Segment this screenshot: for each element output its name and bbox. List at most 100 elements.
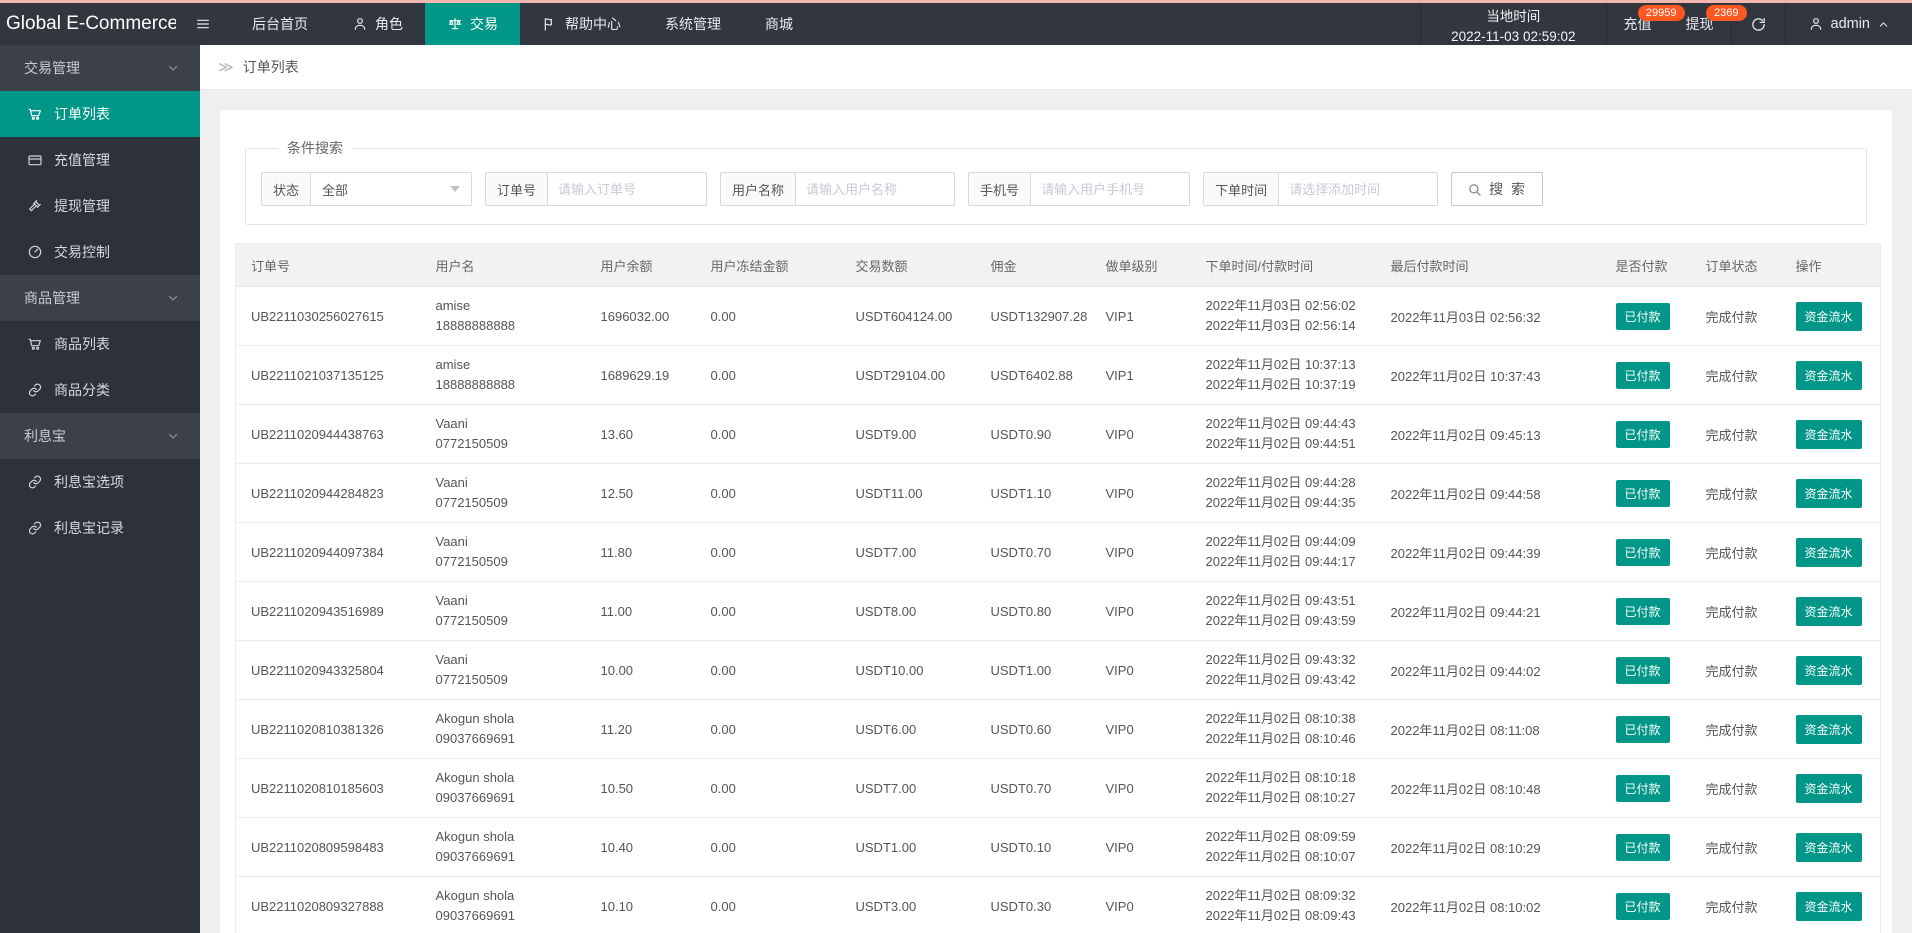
cell-last-pay-time: 2022年11月02日 09:45:13 bbox=[1375, 404, 1601, 464]
phone-filter: 手机号 bbox=[968, 172, 1191, 206]
user-phone: 09037669691 bbox=[435, 849, 516, 864]
order-time: 2022年11月03日 02:56:02 bbox=[1205, 298, 1356, 313]
cell-last-pay-time: 2022年11月02日 08:10:02 bbox=[1375, 876, 1601, 933]
cell-order-status: 完成付款 bbox=[1690, 699, 1781, 759]
user-phone: 09037669691 bbox=[435, 908, 516, 923]
sidebar-item-goods-category[interactable]: 商品分类 bbox=[0, 367, 200, 413]
paid-status-badge: 已付款 bbox=[1615, 892, 1670, 920]
admin-menu[interactable]: admin bbox=[1786, 3, 1912, 45]
cell-level: VIP0 bbox=[1090, 522, 1191, 582]
search-button[interactable]: 搜 索 bbox=[1451, 172, 1543, 206]
sidebar-item-trade-control[interactable]: 交易控制 bbox=[0, 229, 200, 275]
user-phone: 0772150509 bbox=[435, 495, 508, 510]
nav-item-roles[interactable]: 角色 bbox=[330, 3, 425, 45]
fund-flow-button[interactable]: 资金流水 bbox=[1795, 301, 1862, 331]
sidebar-group-interest-treasure[interactable]: 利息宝 bbox=[0, 413, 200, 459]
paid-status-badge: 已付款 bbox=[1615, 656, 1670, 684]
sidebar-item-recharge-management[interactable]: 充值管理 bbox=[0, 137, 200, 183]
user-phone: 0772150509 bbox=[435, 613, 508, 628]
order-row: UB2211020944284823 Vaani 0772150509 12.50 0.… bbox=[235, 463, 1881, 523]
cell-balance: 13.60 bbox=[585, 404, 696, 464]
sidebar-item-label: 订单列表 bbox=[54, 106, 110, 122]
cell-action: 资金流水 bbox=[1780, 758, 1881, 818]
column-header: 用户冻结金额 bbox=[695, 243, 841, 287]
sidebar-item-interest-records[interactable]: 利息宝记录 bbox=[0, 505, 200, 551]
column-header: 是否付款 bbox=[1600, 243, 1691, 287]
cell-user: Akogun shola 09037669691 bbox=[420, 876, 586, 933]
fund-flow-button[interactable]: 资金流水 bbox=[1795, 419, 1862, 449]
cell-user: Akogun shola 09037669691 bbox=[420, 699, 586, 759]
cell-action: 资金流水 bbox=[1780, 463, 1881, 523]
cell-frozen: 0.00 bbox=[695, 345, 841, 405]
cell-level: VIP0 bbox=[1090, 699, 1191, 759]
sidebar-item-interest-options[interactable]: 利息宝选项 bbox=[0, 459, 200, 505]
order-time-input[interactable] bbox=[1279, 173, 1438, 205]
paid-status-badge: 已付款 bbox=[1615, 597, 1670, 625]
cell-commission: USDT6402.88 bbox=[975, 345, 1091, 405]
column-header: 用户名 bbox=[420, 243, 586, 287]
nav-item-system[interactable]: 系统管理 bbox=[643, 3, 743, 45]
app-logo: Global E-Commerce... bbox=[6, 13, 176, 34]
recharge-link[interactable]: 充值 29959 bbox=[1607, 3, 1685, 45]
cell-user: Vaani 0772150509 bbox=[420, 640, 586, 700]
cell-level: VIP1 bbox=[1090, 286, 1191, 346]
withdraw-badge[interactable]: 2369 bbox=[1706, 5, 1747, 21]
phone-input[interactable] bbox=[1031, 173, 1190, 205]
cell-order-status: 完成付款 bbox=[1690, 640, 1781, 700]
fund-flow-button[interactable]: 资金流水 bbox=[1795, 832, 1862, 862]
fund-flow-button[interactable]: 资金流水 bbox=[1795, 537, 1862, 567]
cell-balance: 10.10 bbox=[585, 876, 696, 933]
fund-flow-button[interactable]: 资金流水 bbox=[1795, 478, 1862, 508]
cell-order-no: UB2211020810185603 bbox=[235, 758, 421, 818]
nav-item-trade[interactable]: 交易 bbox=[425, 3, 520, 45]
cell-order-status: 完成付款 bbox=[1690, 463, 1781, 523]
cell-order-no: UB2211020943516989 bbox=[235, 581, 421, 641]
cell-last-pay-time: 2022年11月02日 08:10:48 bbox=[1375, 758, 1601, 818]
cell-frozen: 0.00 bbox=[695, 817, 841, 877]
cell-order-no: UB2211020943325804 bbox=[235, 640, 421, 700]
pay-time: 2022年11月02日 10:37:19 bbox=[1205, 377, 1356, 392]
cell-balance: 11.80 bbox=[585, 522, 696, 582]
cell-order-status: 完成付款 bbox=[1690, 758, 1781, 818]
order-row: UB2211020943325804 Vaani 0772150509 10.00 0.… bbox=[235, 640, 1881, 700]
cell-order-status: 完成付款 bbox=[1690, 404, 1781, 464]
column-header: 做单级别 bbox=[1090, 243, 1191, 287]
status-filter: 状态 全部 bbox=[261, 172, 473, 206]
fund-flow-button[interactable]: 资金流水 bbox=[1795, 714, 1862, 744]
order-time: 2022年11月02日 08:09:32 bbox=[1205, 888, 1356, 903]
fund-flow-button[interactable]: 资金流水 bbox=[1795, 891, 1862, 921]
sidebar-group-trade-management[interactable]: 交易管理 bbox=[0, 45, 200, 91]
sidebar-item-withdraw-management[interactable]: 提现管理 bbox=[0, 183, 200, 229]
cell-level: VIP0 bbox=[1090, 404, 1191, 464]
cell-paid: 已付款 bbox=[1600, 286, 1691, 346]
cell-amount: USDT11.00 bbox=[840, 463, 976, 523]
fund-flow-button[interactable]: 资金流水 bbox=[1795, 773, 1862, 803]
order-row: UB2211020810381326 Akogun shola 0903766969… bbox=[235, 699, 1881, 759]
status-select[interactable]: 全部 bbox=[311, 173, 471, 205]
nav-item-dashboard[interactable]: 后台首页 bbox=[230, 3, 330, 45]
sidebar-group-goods-management[interactable]: 商品管理 bbox=[0, 275, 200, 321]
order-row: UB2211020943516989 Vaani 0772150509 11.00 0.… bbox=[235, 581, 1881, 641]
nav-item-mall[interactable]: 商城 bbox=[743, 3, 815, 45]
cell-order-pay-time: 2022年11月02日 08:10:38 2022年11月02日 08:10:46 bbox=[1190, 699, 1376, 759]
sidebar-item-goods-list[interactable]: 商品列表 bbox=[0, 321, 200, 367]
sidebar-item-label: 商品分类 bbox=[54, 382, 110, 398]
chevron-down-icon bbox=[168, 66, 178, 71]
order-no-input[interactable] bbox=[548, 173, 707, 205]
order-row: UB2211020944097384 Vaani 0772150509 11.80 0.… bbox=[235, 522, 1881, 582]
cell-level: VIP0 bbox=[1090, 463, 1191, 523]
column-header: 订单状态 bbox=[1690, 243, 1781, 287]
user-name-input[interactable] bbox=[796, 173, 955, 205]
nav-item-help[interactable]: 帮助中心 bbox=[520, 3, 643, 45]
cell-order-no: UB2211020809598483 bbox=[235, 817, 421, 877]
cell-amount: USDT7.00 bbox=[840, 758, 976, 818]
orders-table: 订单号 用户名 用户余额 用户冻结金额 交易数额 佣金 做单级别 下单时间/付款时间 最后付款时… bbox=[235, 243, 1881, 933]
recharge-badge[interactable]: 29959 bbox=[1637, 5, 1685, 21]
cell-action: 资金流水 bbox=[1780, 581, 1881, 641]
sidebar-item-order-list[interactable]: 订单列表 bbox=[0, 91, 200, 137]
fund-flow-button[interactable]: 资金流水 bbox=[1795, 596, 1862, 626]
cart-icon bbox=[28, 108, 41, 120]
sidebar-toggle[interactable] bbox=[176, 3, 230, 45]
fund-flow-button[interactable]: 资金流水 bbox=[1795, 655, 1862, 685]
fund-flow-button[interactable]: 资金流水 bbox=[1795, 360, 1862, 390]
